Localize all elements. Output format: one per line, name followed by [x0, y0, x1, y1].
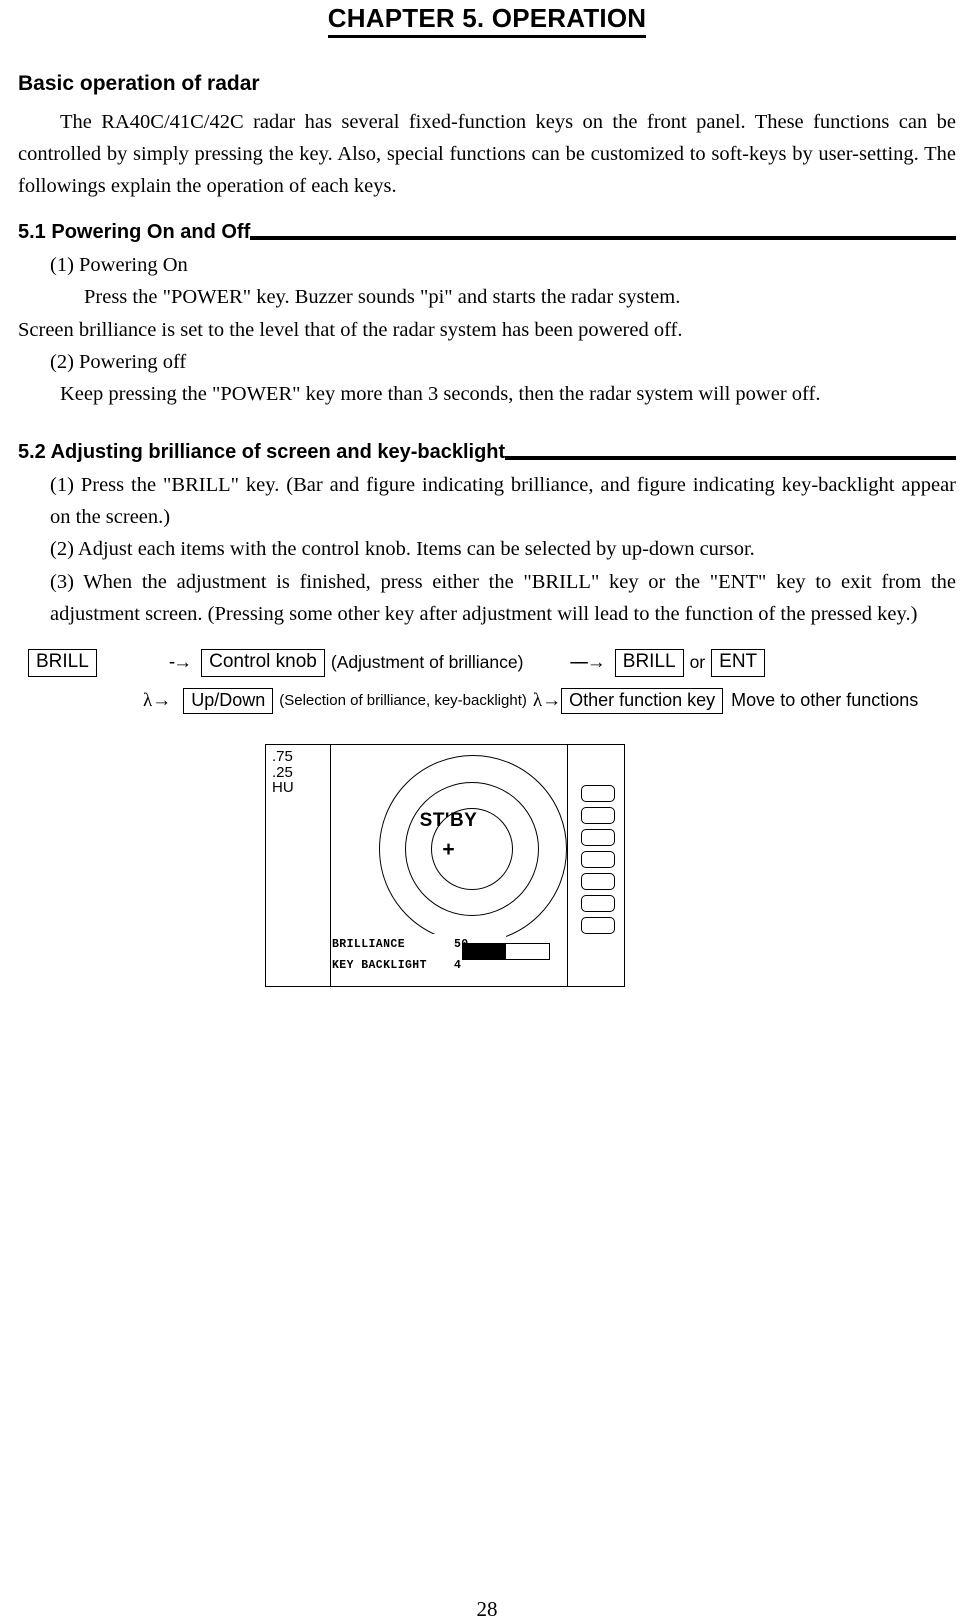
section-heading-basic-operation: Basic operation of radar: [18, 71, 260, 95]
range-label-heading-mode: HU: [272, 779, 294, 797]
radar-display-frame: .75 .25 HU ST'BY + BRILLIANCE 50 KEY BAC…: [265, 744, 625, 988]
chapter-title: CHAPTER 5. OPERATION: [18, 0, 956, 38]
item-5-2-1: (1) Press the "BRILL" key. (Bar and figu…: [50, 473, 956, 529]
section-heading-5-1-text: 5.1 Powering On and Off: [18, 220, 251, 243]
arrow-to-exit-icon: →: [559, 652, 614, 674]
key-ent-exit[interactable]: ENT: [711, 648, 766, 677]
branch-arrow-other-icon: λ→: [532, 689, 562, 711]
brilliance-bar-fill: [463, 944, 506, 960]
brilliance-bar[interactable]: [462, 943, 550, 961]
osd-label-brilliance: BRILLIANCE: [332, 937, 406, 951]
intro-paragraph: The RA40C/41C/42C radar has several fixe…: [18, 110, 956, 198]
standby-status-text: ST'BY: [419, 810, 478, 832]
key-flow-diagram: BRILL → Control knob (Adjustment of bril…: [18, 648, 956, 715]
page-number: 28: [476, 1597, 498, 1621]
softkey-button[interactable]: [581, 873, 615, 891]
section-heading-5-2: 5.2 Adjusting brilliance of screen and k…: [18, 441, 956, 463]
softkey-button[interactable]: [581, 785, 615, 803]
radar-screen-figure: .75 .25 HU ST'BY + BRILLIANCE 50 KEY BAC…: [18, 736, 956, 1006]
softkey-button[interactable]: [581, 807, 615, 825]
softkey-button[interactable]: [581, 917, 615, 935]
item-5-1-1-note: Screen brilliance is set to the level th…: [18, 318, 683, 341]
display-divider-right: [567, 745, 568, 987]
softkey-column: [581, 785, 615, 935]
item-5-1-1-label: (1) Powering On: [50, 253, 188, 276]
own-ship-marker-icon: +: [442, 838, 455, 862]
key-other-function[interactable]: Other function key: [561, 687, 724, 715]
chapter-title-text: CHAPTER 5. OPERATION: [327, 4, 647, 38]
softkey-button[interactable]: [581, 895, 615, 913]
item-5-2-3: (3) When the adjustment is finished, pre…: [50, 570, 956, 626]
or-label: or: [689, 652, 706, 673]
range-label-scale: .75: [272, 748, 293, 766]
key-brill-start[interactable]: BRILL: [28, 648, 97, 677]
key-up-down[interactable]: Up/Down: [183, 687, 274, 715]
document-page: CHAPTER 5. OPERATION Basic operation of …: [0, 0, 974, 1621]
branch-arrow-updown-icon: λ→: [143, 689, 172, 711]
osd-label-key-backlight: KEY BACKLIGHT: [332, 959, 427, 973]
note-move-to-other-functions: Move to other functions: [731, 690, 919, 711]
range-label-ring: .25: [272, 763, 293, 781]
item-5-1-1-body: Press the "POWER" key. Buzzer sounds "pi…: [84, 286, 681, 309]
section-heading-5-1: 5.1 Powering On and Off: [18, 221, 956, 243]
item-5-2-2: (2) Adjust each items with the control k…: [50, 538, 755, 561]
section-rule: [250, 235, 956, 240]
note-selection-brilliance-backlight: (Selection of brilliance, key-backlight): [279, 692, 527, 710]
item-5-1-2-body: Keep pressing the "POWER" key more than …: [60, 383, 821, 406]
key-flow-row-2: λ→ Up/Down (Selection of brilliance, key…: [28, 687, 956, 715]
note-adjust-brilliance: (Adjustment of brilliance): [330, 652, 524, 673]
key-control-knob[interactable]: Control knob: [201, 648, 325, 677]
arrow-to-knob-icon: →: [159, 652, 201, 674]
item-5-1-2-label: (2) Powering off: [50, 350, 187, 373]
range-scale-labels: .75 .25 HU: [272, 749, 294, 796]
key-flow-row-1: BRILL → Control knob (Adjustment of bril…: [28, 648, 956, 677]
section-rule: [505, 455, 956, 460]
section-heading-5-2-text: 5.2 Adjusting brilliance of screen and k…: [18, 440, 506, 463]
softkey-button[interactable]: [581, 851, 615, 869]
key-brill-exit[interactable]: BRILL: [614, 648, 684, 677]
softkey-button[interactable]: [581, 829, 615, 847]
